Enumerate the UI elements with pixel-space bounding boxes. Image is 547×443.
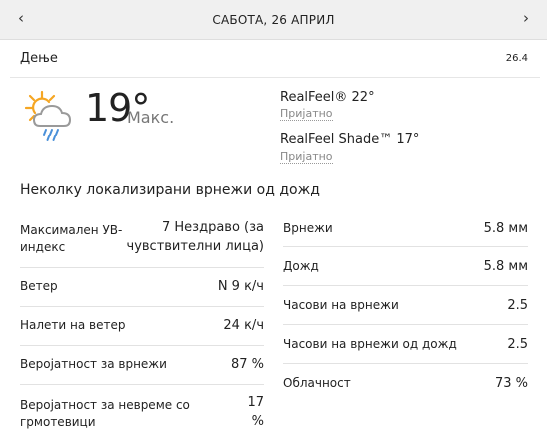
details-right-column: Врнежи 5.8 мм Дожд 5.8 мм Часови на врне…: [283, 208, 528, 403]
realfeel-shade-value: RealFeel Shade™ 17°: [280, 132, 420, 147]
page-title: САБОТА, 26 АПРИЛ: [212, 13, 335, 27]
detail-row-gusts: Налети на ветер 24 к/ч: [20, 307, 264, 346]
detail-row-rain-hours: Часови на врнежи од дожд 2.5: [283, 325, 528, 364]
detail-value: 24 к/ч: [223, 318, 264, 333]
detail-value: 5.8 мм: [483, 221, 528, 236]
details-left-column: Максимален УВ-индекс 7 Нездраво (за чувс…: [20, 208, 264, 443]
detail-value: N 9 к/ч: [217, 279, 264, 294]
weather-phrase: Неколку локализирани врнежи од дожд: [20, 182, 320, 198]
detail-label: Часови на врнежи: [283, 298, 399, 312]
detail-label: Врнежи: [283, 221, 333, 235]
detail-row-thunderstorm-probability: Веројатност за невреме со грмотевици 17 …: [20, 385, 264, 443]
chevron-right-icon[interactable]: ›: [523, 9, 529, 27]
day-section-header: Дење 26.4: [10, 40, 540, 78]
sun-cloud-rain-icon: [24, 90, 72, 141]
detail-row-precip-hours: Часови на врнежи 2.5: [283, 286, 528, 325]
date-navigation-bar: ‹ САБОТА, 26 АПРИЛ ›: [0, 0, 547, 40]
realfeel-description[interactable]: Пријатно: [280, 108, 333, 121]
detail-row-uv: Максимален УВ-индекс 7 Нездраво (за чувс…: [20, 208, 264, 268]
detail-value: 73 %: [494, 376, 528, 391]
realfeel-value: RealFeel® 22°: [280, 90, 375, 105]
detail-value: 5.8 мм: [483, 259, 528, 274]
detail-label: Часови на врнежи од дожд: [283, 337, 457, 351]
detail-label: Дожд: [283, 259, 319, 273]
detail-row-wind: Ветер N 9 к/ч: [20, 268, 264, 307]
detail-row-cloud-cover: Облачност 73 %: [283, 364, 528, 403]
detail-value: 87 %: [230, 357, 264, 372]
detail-row-precipitation: Врнежи 5.8 мм: [283, 208, 528, 247]
max-label: Макс.: [127, 108, 175, 127]
day-label: Дење: [20, 51, 58, 66]
detail-label: Ветер: [20, 279, 58, 293]
detail-row-rain: Дожд 5.8 мм: [283, 247, 528, 286]
realfeel-shade-description[interactable]: Пријатно: [280, 151, 333, 164]
detail-value: 2.5: [507, 298, 528, 313]
detail-label: Веројатност за невреме со грмотевици: [20, 398, 190, 429]
detail-label: Веројатност за врнежи: [20, 357, 167, 371]
detail-value: 2.5: [507, 337, 528, 352]
detail-value: 17 %: [247, 395, 264, 429]
detail-label: Налети на ветер: [20, 318, 126, 332]
forecast-card: 19° Макс. RealFeel® 22° Пријатно RealFee…: [10, 78, 540, 443]
day-date: 26.4: [505, 53, 528, 64]
detail-row-precip-probability: Веројатност за врнежи 87 %: [20, 346, 264, 385]
detail-label: Облачност: [283, 376, 351, 390]
detail-value: 7 Нездраво (за чувствителни лица): [126, 220, 264, 254]
